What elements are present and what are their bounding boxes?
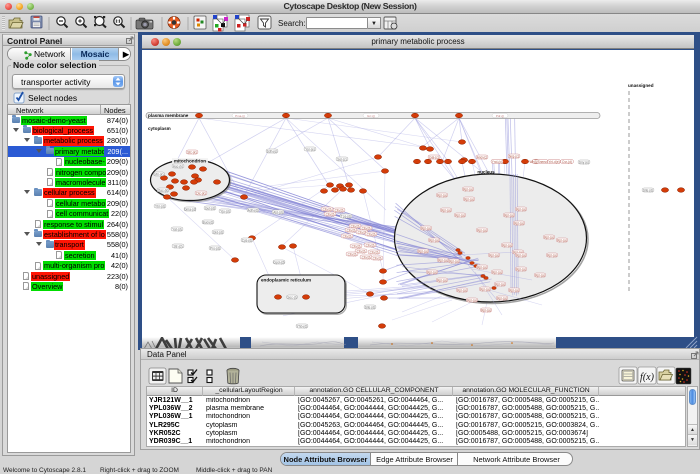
svg-text:Rpl-(a): Rpl-(a)	[449, 259, 459, 263]
svg-text:endoplasmic reticulum: endoplasmic reticulum	[261, 278, 311, 283]
svg-text:Rpl-(a): Rpl-(a)	[464, 197, 474, 201]
svg-text:Sol-(c): Sol-(c)	[337, 157, 346, 161]
svg-text:Rpl-(a): Rpl-(a)	[437, 278, 447, 282]
svg-text:Rpl-(a): Rpl-(a)	[547, 253, 557, 257]
svg-text:cytoplasm: cytoplasm	[148, 126, 171, 131]
svg-text:Pdr-(j): Pdr-(j)	[496, 114, 504, 118]
svg-text:Yor-(e): Yor-(e)	[305, 147, 315, 151]
svg-text:Site (d): Site (d)	[643, 188, 653, 192]
svg-text:Cit-(d): Cit-(d)	[347, 228, 356, 232]
svg-text:mitochondrion: mitochondrion	[174, 158, 206, 163]
svg-text:Rpl-(a): Rpl-(a)	[516, 207, 526, 211]
svg-text:Rpl-(a): Rpl-(a)	[497, 296, 507, 300]
svg-text:Yhb-(d): Yhb-(d)	[297, 324, 308, 328]
svg-text:Oac-(k): Oac-(k)	[158, 188, 169, 192]
svg-text:Cit-(d): Cit-(d)	[367, 232, 376, 236]
svg-text:unassigned: unassigned	[628, 83, 654, 88]
svg-text:Rpl-(a): Rpl-(a)	[455, 213, 465, 217]
svg-text:Rpl-(a): Rpl-(a)	[477, 265, 487, 269]
svg-text:Rpl-(a): Rpl-(a)	[427, 270, 437, 274]
svg-text:Grr-(j): Grr-(j)	[367, 114, 375, 118]
svg-text:Rpl-(a): Rpl-(a)	[504, 213, 514, 217]
svg-text:Sec-(l): Sec-(l)	[287, 295, 296, 299]
svg-text:Cit-(d): Cit-(d)	[366, 243, 375, 247]
svg-text:Rpl-(a): Rpl-(a)	[516, 267, 526, 271]
svg-text:plasma membrane: plasma membrane	[148, 113, 189, 118]
svg-text:Rpl-(a): Rpl-(a)	[467, 298, 477, 302]
svg-text:Str-(d): Str-(d)	[173, 244, 182, 248]
svg-text:Rpl-(a): Rpl-(a)	[441, 208, 451, 212]
svg-text:Gut-(d): Gut-(d)	[205, 206, 215, 210]
svg-text:Rpl-(a): Rpl-(a)	[509, 288, 519, 292]
svg-text:Tps-(d): Tps-(d)	[341, 214, 351, 218]
svg-text:Cit-(d): Cit-(d)	[352, 244, 361, 248]
svg-text:Rpl-(a): Rpl-(a)	[429, 238, 439, 242]
svg-text:Cys-(d): Cys-(d)	[242, 238, 252, 242]
svg-text:Bud-(d): Bud-(d)	[203, 220, 214, 224]
svg-text:Cit-(d): Cit-(d)	[362, 255, 371, 259]
svg-text:Nrg-(c): Nrg-(c)	[509, 154, 519, 158]
svg-text:Cit-(d): Cit-(d)	[323, 207, 332, 211]
svg-text:Rpl-(a): Rpl-(a)	[463, 187, 473, 191]
svg-text:Rpl-(a): Rpl-(a)	[421, 226, 431, 230]
svg-text:Ynd-(c): Ynd-(c)	[492, 160, 502, 164]
svg-text:Ybr-(d): Ybr-(d)	[155, 204, 165, 208]
svg-text:Site (d): Site (d)	[365, 305, 375, 309]
svg-text:Rpl-(a): Rpl-(a)	[418, 249, 428, 253]
svg-text:Yat-(d): Yat-(d)	[172, 227, 182, 231]
svg-text:Dic-(k): Dic-(k)	[196, 191, 205, 195]
svg-text:nucleus: nucleus	[477, 170, 495, 175]
svg-text:Cit-(d): Cit-(d)	[370, 250, 379, 254]
svg-text:Rpl-(a): Rpl-(a)	[492, 270, 502, 274]
svg-text:Rpl-(a): Rpl-(a)	[495, 282, 505, 286]
svg-text:Yju-(d): Yju-(d)	[220, 209, 230, 213]
svg-text:Gma-(d): Gma-(d)	[184, 207, 196, 211]
svg-text:Sdh-(e): Sdh-(e)	[267, 149, 278, 153]
svg-text:Gpd-(d): Gpd-(d)	[274, 260, 285, 264]
svg-text:Rpl-(a): Rpl-(a)	[489, 253, 499, 257]
svg-text:Rpl-(a): Rpl-(a)	[535, 273, 545, 277]
svg-text:Cit-(d): Cit-(d)	[373, 256, 382, 260]
svg-text:Rpl-(a): Rpl-(a)	[557, 238, 567, 242]
svg-text:Ynl-d(e): Ynl-d(e)	[548, 160, 559, 164]
svg-text:Rpl-(a): Rpl-(a)	[544, 235, 554, 239]
svg-text:f(x): f(x)	[640, 372, 655, 383]
svg-text:Csr-(d): Csr-(d)	[562, 160, 572, 164]
svg-text:Rpl-(a): Rpl-(a)	[514, 221, 524, 225]
svg-text:Cit-(d): Cit-(d)	[343, 234, 352, 238]
svg-text:Cit-(d): Cit-(d)	[348, 252, 357, 256]
svg-text:Aac-(k): Aac-(k)	[173, 164, 183, 168]
svg-text:Rpl-(a): Rpl-(a)	[481, 308, 491, 312]
svg-text:Rpl-(a): Rpl-(a)	[477, 228, 487, 232]
svg-text:Rpl-(a): Rpl-(a)	[457, 288, 467, 292]
svg-text:Mir-(k): Mir-(k)	[154, 172, 163, 176]
svg-text:Sfc-(k): Sfc-(k)	[187, 150, 196, 154]
svg-text:Cit-(d): Cit-(d)	[335, 208, 344, 212]
svg-text:Pro-(d): Pro-(d)	[210, 246, 220, 250]
svg-text:Gal-(c): Gal-(c)	[429, 155, 439, 159]
svg-text:Rpl-(a): Rpl-(a)	[516, 253, 526, 257]
svg-text:Pma-(j): Pma-(j)	[235, 114, 245, 118]
svg-text:And-(c): And-(c)	[477, 155, 487, 159]
svg-text:Gld-(d): Gld-(d)	[213, 230, 223, 234]
svg-text:Rpl-(a): Rpl-(a)	[502, 243, 512, 247]
svg-text:Cit-(d): Cit-(d)	[326, 212, 335, 216]
svg-text:Rpl-(a): Rpl-(a)	[438, 258, 448, 262]
svg-text:Adh-(d): Adh-(d)	[248, 208, 259, 212]
svg-text:Ald-(d): Ald-(d)	[273, 210, 283, 214]
svg-text:Rpl-(a): Rpl-(a)	[437, 193, 447, 197]
svg-text:Rpl-(a): Rpl-(a)	[480, 287, 490, 291]
svg-text:Sny (e): Sny (e)	[579, 160, 589, 164]
